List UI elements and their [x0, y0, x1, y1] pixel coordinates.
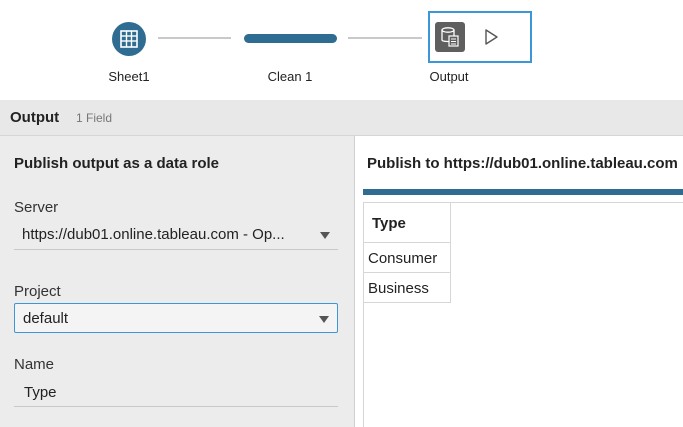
name-input[interactable]: Type — [14, 377, 338, 407]
field-count: 1 Field — [76, 111, 113, 125]
publish-preview-panel: Publish to https://dub01.online.tableau.… — [355, 136, 683, 427]
cell-value: Consumer — [368, 250, 438, 267]
table-icon — [120, 30, 138, 48]
server-dropdown[interactable]: https://dub01.online.tableau.com - Op... — [14, 220, 338, 250]
server-label: Server — [14, 199, 59, 216]
chevron-down-icon — [320, 232, 330, 239]
clean1-node[interactable] — [244, 34, 337, 43]
column-header[interactable]: Type — [364, 203, 451, 243]
flow-canvas: Sheet1 Clean 1 Output — [0, 0, 683, 100]
project-dropdown[interactable]: default — [14, 303, 338, 333]
table-cell[interactable]: Consumer — [364, 243, 451, 273]
server-value: https://dub01.online.tableau.com - Op... — [22, 226, 285, 243]
panel-heading: Publish output as a data role — [14, 155, 220, 172]
output-label: Output — [429, 69, 469, 84]
preview-grid: Type Consumer Business — [363, 202, 683, 427]
output-header: Output 1 Field — [0, 100, 683, 136]
sheet1-label: Sheet1 — [108, 69, 150, 84]
chevron-down-icon — [319, 316, 329, 323]
name-label: Name — [14, 356, 55, 373]
project-label: Project — [14, 283, 61, 300]
output-settings-panel: Publish output as a data role Server htt… — [0, 136, 355, 427]
column-header-label: Type — [372, 215, 406, 232]
database-icon — [435, 22, 465, 52]
sheet1-node[interactable] — [112, 22, 146, 56]
publish-heading: Publish to https://dub01.online.tableau.… — [367, 155, 678, 172]
clean1-label: Clean 1 — [267, 69, 313, 84]
output-title: Output — [10, 109, 60, 126]
play-icon[interactable] — [482, 28, 500, 46]
name-value: Type — [24, 384, 57, 401]
project-value: default — [23, 310, 69, 327]
table-cell[interactable]: Business — [364, 273, 451, 303]
connector-line — [158, 37, 231, 39]
preview-accent-bar — [363, 189, 683, 195]
connector-line — [348, 37, 422, 39]
output-node[interactable] — [428, 11, 532, 63]
cell-value: Business — [368, 280, 429, 297]
